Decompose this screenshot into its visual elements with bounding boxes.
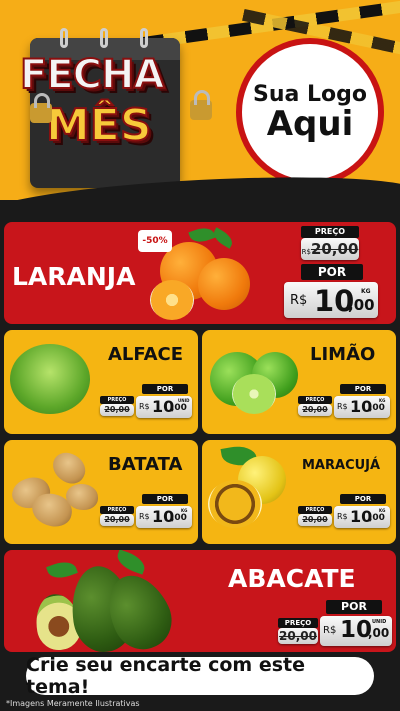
lettuce-icon [10, 344, 90, 414]
label-preco: PREÇO [278, 618, 318, 628]
label-por: POR [326, 600, 382, 614]
current-price: R$ 10 ,00 KG [136, 506, 192, 528]
header-banner: FECHA MÊS Sua Logo Aqui [0, 0, 400, 200]
padlock-icon [190, 90, 212, 120]
product-card-abacate: ABACATE POR PREÇO 20,00 R$ 10 ,00 UNID [4, 550, 396, 652]
cta-banner[interactable]: Crie seu encarte com este tema! [26, 654, 374, 698]
old-price: 20,00 [298, 514, 332, 526]
title-fecha: FECHA [19, 51, 165, 99]
product-card-laranja: LARANJA PREÇO R$20,00 POR R$ 10 ,00 KG [4, 222, 396, 324]
disclaimer: *Imagens Meramente Ilustrativas [6, 699, 140, 708]
product-name: LIMÃO [310, 344, 376, 365]
old-price: 20,00 [278, 628, 318, 644]
logo-text-line1: Sua Logo [252, 81, 367, 107]
ring-icon [100, 28, 108, 48]
discount-badge: -50% [138, 230, 172, 252]
old-price: 20,00 [100, 514, 134, 526]
leaf-icon [46, 557, 78, 583]
old-price: 20,00 [298, 404, 332, 416]
old-price: 20,00 [100, 404, 134, 416]
product-card-maracuja: MARACUJÁ POR PREÇO 20,00 R$ 10 ,00 KG [202, 440, 396, 544]
product-name: ABACATE [228, 564, 356, 593]
padlock-icon [30, 93, 52, 123]
label-por: POR [142, 384, 188, 394]
orange-slice-icon [150, 280, 194, 320]
label-por: POR [340, 384, 386, 394]
label-preco: PREÇO [298, 506, 332, 514]
potato-icon [66, 484, 98, 510]
current-price: R$ 10 ,00 UNID [320, 616, 392, 646]
ring-icon [140, 28, 148, 48]
label-preco: PREÇO [100, 506, 134, 514]
product-card-alface: ALFACE POR PREÇO 20,00 R$ 10 ,00 UNID [4, 330, 198, 434]
current-price: R$ 10 ,00 KG [284, 282, 378, 318]
label-preco: PREÇO [298, 396, 332, 404]
current-price: R$ 10 ,00 KG [334, 506, 390, 528]
product-name: MARACUJÁ [302, 458, 381, 473]
product-card-limao: LIMÃO POR PREÇO 20,00 R$ 10 ,00 KG [202, 330, 396, 434]
old-price: R$20,00 [301, 238, 359, 260]
current-price: R$ 10 ,00 UNID [136, 396, 192, 418]
title-mes: MÊS [45, 99, 153, 152]
orange-icon [198, 258, 250, 310]
product-card-batata: BATATA POR PREÇO 20,00 R$ 10 ,00 KG [4, 440, 198, 544]
label-por: POR [301, 264, 363, 280]
current-price: R$ 10 ,00 KG [334, 396, 390, 418]
product-name: LARANJA [12, 262, 136, 291]
potato-icon [47, 447, 91, 489]
ring-icon [60, 28, 68, 48]
label-por: POR [142, 494, 188, 504]
logo-text-line2: Aqui [266, 103, 354, 144]
product-name: ALFACE [108, 344, 184, 365]
product-name: BATATA [108, 454, 183, 475]
label-por: POR [340, 494, 386, 504]
label-preco: PREÇO [301, 226, 359, 238]
passion-fruit-half-icon [208, 480, 262, 528]
leaf-icon [114, 550, 148, 575]
label-preco: PREÇO [100, 396, 134, 404]
logo-placeholder: Sua Logo Aqui [236, 38, 384, 186]
lime-slice-icon [232, 374, 276, 414]
